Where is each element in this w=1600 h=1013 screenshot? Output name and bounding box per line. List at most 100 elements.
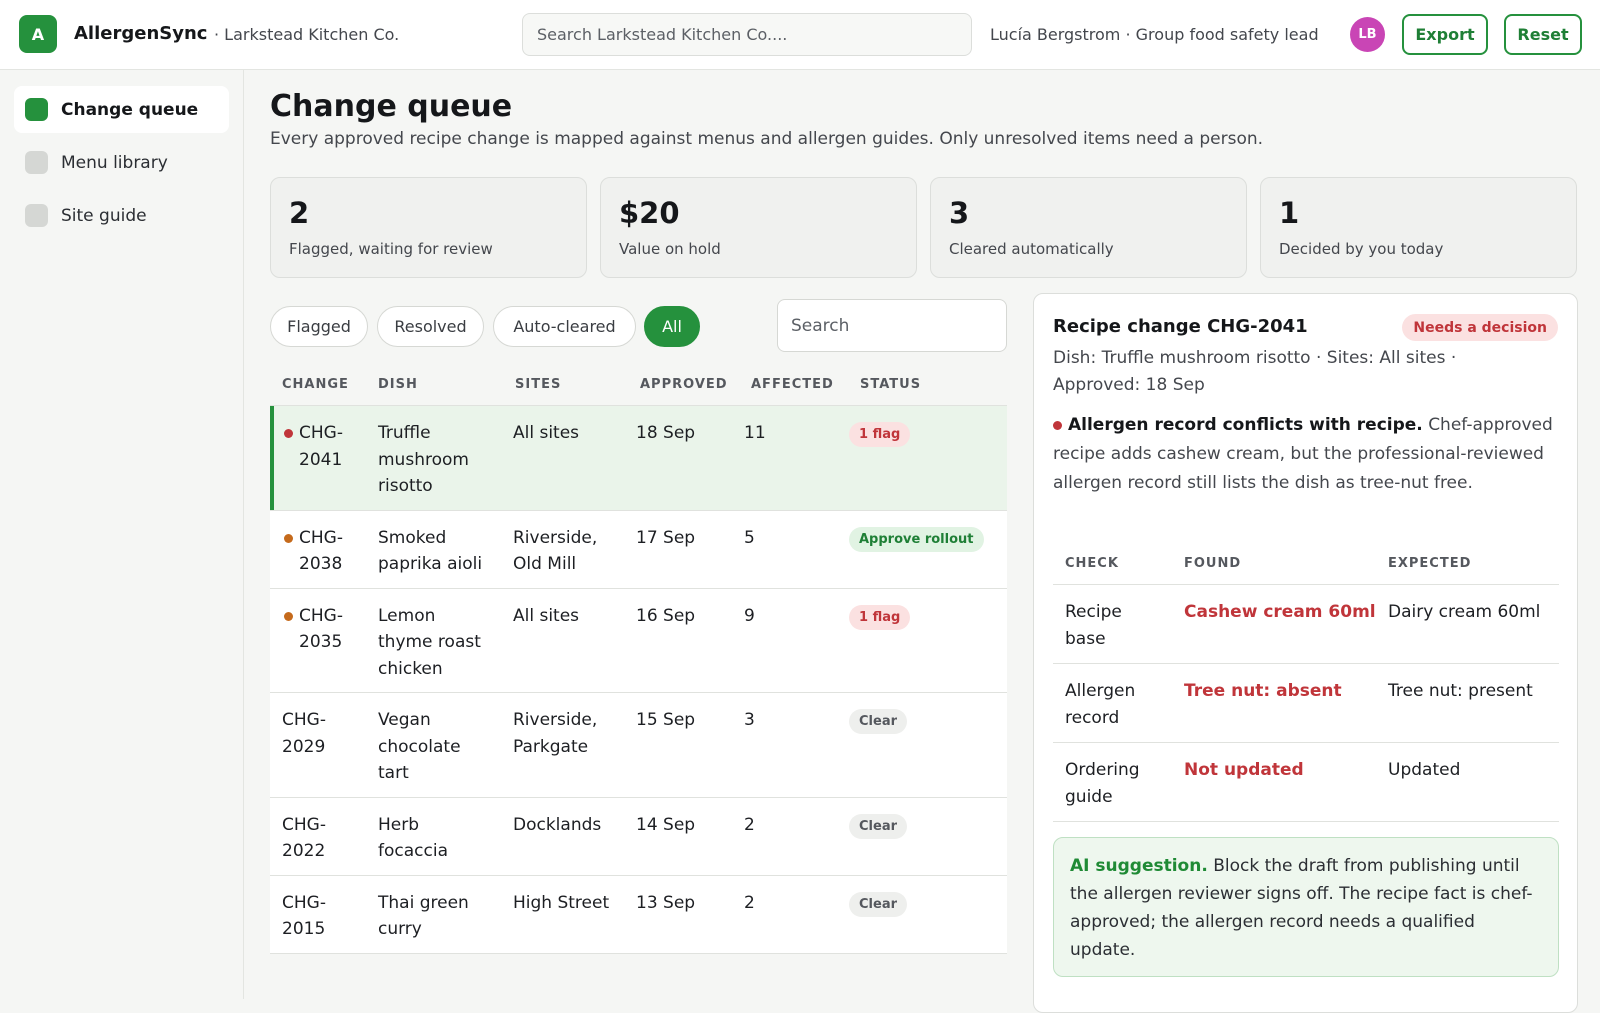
check-name: Ordering guide [1065, 760, 1140, 807]
filter-auto-cleared[interactable]: Auto-cleared [493, 306, 636, 347]
check-found: Tree nut: absent [1184, 681, 1342, 701]
cell-sites: High Street [513, 892, 610, 913]
check-expected: Tree nut: present [1388, 681, 1533, 701]
check-row: Recipe base Cashew cream 60ml Dairy crea… [1053, 585, 1559, 664]
filter-all[interactable]: All [644, 306, 700, 347]
detail-title: Recipe change CHG-2041 [1053, 316, 1308, 337]
cell-change: CHG- 2038 [299, 527, 343, 575]
sidebar-item-label: Change queue [61, 99, 199, 120]
column-header-sites[interactable]: SITES [515, 377, 561, 392]
column-header-affected[interactable]: AFFECTED [751, 377, 834, 392]
status-badge: 1 flag [849, 604, 911, 630]
stat-label: Cleared automatically [949, 240, 1114, 258]
conflict-title: Allergen record conflicts with recipe. [1068, 415, 1423, 435]
stat-value: 2 [289, 196, 310, 230]
check-row: Allergen record Tree nut: absent Tree nu… [1053, 664, 1559, 743]
filter-flagged[interactable]: Flagged [270, 306, 368, 347]
change-queue-icon [25, 98, 48, 121]
cell-change: CHG- 2035 [299, 605, 343, 653]
cell-approved: 15 Sep [636, 710, 696, 730]
table-search-input[interactable] [777, 299, 1007, 352]
sidebar-item-label: Site guide [61, 205, 147, 226]
table-row[interactable]: CHG- 2038 Smoked paprika aioli Riverside, … [270, 510, 1007, 589]
table-row[interactable]: CHG- 2022 Herb focaccia Docklands 14 Sep 2 Cl… [270, 797, 1007, 876]
cell-change: CHG- 2015 [282, 892, 326, 940]
check-expected: Dairy cream 60ml [1388, 602, 1541, 622]
conflict-description: Allergen record conflicts with recipe. C… [1053, 411, 1553, 498]
stat-card-value-on-hold: $20 Value on hold [600, 177, 917, 278]
status-badge: Clear [849, 891, 907, 917]
cell-approved: 18 Sep [636, 423, 696, 443]
check-name: Allergen record [1065, 681, 1136, 728]
stat-value: 1 [1279, 196, 1300, 230]
sidebar-item-change-queue[interactable]: Change queue [14, 86, 229, 133]
column-header-change[interactable]: CHANGE [282, 377, 349, 392]
avatar[interactable]: LB [1350, 17, 1385, 52]
stat-label: Flagged, waiting for review [289, 240, 493, 258]
cell-sites: Docklands [513, 814, 602, 835]
table-row[interactable]: CHG- 2029 Vegan chocolate tart Riverside, … [270, 693, 1007, 798]
cell-affected: 11 [744, 423, 766, 443]
sidebar-item-menu-library[interactable]: Menu library [14, 139, 229, 186]
status-dot-icon [284, 533, 293, 543]
table-row[interactable]: CHG- 2041 Truffle mushroom risotto All sit… [270, 406, 1007, 511]
global-search-input[interactable] [522, 13, 972, 56]
column-header-check: CHECK [1065, 556, 1119, 571]
cell-dish: Thai green curry [378, 892, 469, 940]
status-badge: Clear [849, 709, 907, 734]
ai-suggestion: AI suggestion. Block the draft from publ… [1053, 837, 1559, 977]
cell-approved: 17 Sep [636, 527, 696, 548]
stat-value: $20 [619, 196, 680, 230]
cell-change: CHG- 2022 [282, 814, 326, 862]
cell-dish: Herb focaccia [378, 814, 448, 862]
cell-sites: All sites [513, 423, 580, 443]
table-row[interactable]: CHG- 2015 Thai green curry High Street 13 S… [270, 875, 1007, 954]
page-subtitle: Every approved recipe change is mapped a… [270, 129, 1264, 149]
sidebar-item-site-guide[interactable]: Site guide [14, 192, 229, 239]
cell-change: CHG- 2029 [282, 710, 326, 757]
check-name: Recipe base [1065, 602, 1122, 649]
column-header-dish[interactable]: DISH [378, 377, 418, 392]
reset-button[interactable]: Reset [1504, 14, 1582, 55]
column-header-expected: EXPECTED [1388, 556, 1472, 571]
status-dot-icon [284, 429, 293, 438]
cell-approved: 14 Sep [636, 814, 696, 835]
check-expected: Updated [1388, 760, 1461, 780]
column-header-approved[interactable]: APPROVED [640, 377, 728, 392]
org-name: · Larkstead Kitchen Co. [214, 25, 400, 44]
status-badge: Clear [849, 813, 907, 839]
cell-dish: Smoked paprika aioli [378, 527, 483, 575]
check-table: CHECK FOUND EXPECTED Recipe base Cashew … [1053, 541, 1559, 822]
export-button[interactable]: Export [1402, 14, 1488, 55]
detail-meta: Dish: Truffle mushroom risotto · Sites: … [1053, 348, 1457, 395]
cell-sites: Riverside, Old Mill [513, 527, 598, 575]
alert-dot-icon [1053, 420, 1062, 430]
cell-change: CHG- 2041 [299, 423, 343, 470]
check-row: Ordering guide Not updated Updated [1053, 743, 1559, 822]
top-bar: A AllergenSync · Larkstead Kitchen Co. L… [0, 0, 1600, 70]
filter-resolved[interactable]: Resolved [377, 306, 484, 347]
stat-card-cleared: 3 Cleared automatically [930, 177, 1247, 278]
app-logo[interactable]: A [19, 15, 57, 53]
menu-library-icon [25, 151, 48, 174]
cell-dish: Truffle mushroom risotto [378, 423, 469, 496]
cell-approved: 16 Sep [636, 605, 696, 626]
column-header-status[interactable]: STATUS [860, 377, 921, 392]
stat-card-flagged: 2 Flagged, waiting for review [270, 177, 587, 278]
sidebar-item-label: Menu library [61, 152, 168, 173]
stat-value: 3 [949, 196, 970, 230]
table-header: CHANGE DISH SITES APPROVED AFFECTED STAT… [270, 360, 1007, 406]
cell-affected: 2 [744, 814, 755, 835]
sidebar: Change queue Menu library Site guide [0, 70, 244, 999]
cell-affected: 9 [744, 605, 755, 626]
table-row[interactable]: CHG- 2035 Lemon thyme roast chicken All si… [270, 588, 1007, 693]
status-badge: 1 flag [849, 422, 911, 447]
app-name: AllergenSync [74, 23, 208, 44]
site-guide-icon [25, 204, 48, 227]
stat-label: Value on hold [619, 240, 721, 258]
change-table: CHANGE DISH SITES APPROVED AFFECTED STAT… [270, 360, 1007, 954]
status-dot-icon [284, 611, 293, 621]
page-title: Change queue [270, 89, 513, 124]
detail-panel: Recipe change CHG-2041 Needs a decision … [1033, 293, 1578, 1013]
stat-label: Decided by you today [1279, 240, 1444, 258]
